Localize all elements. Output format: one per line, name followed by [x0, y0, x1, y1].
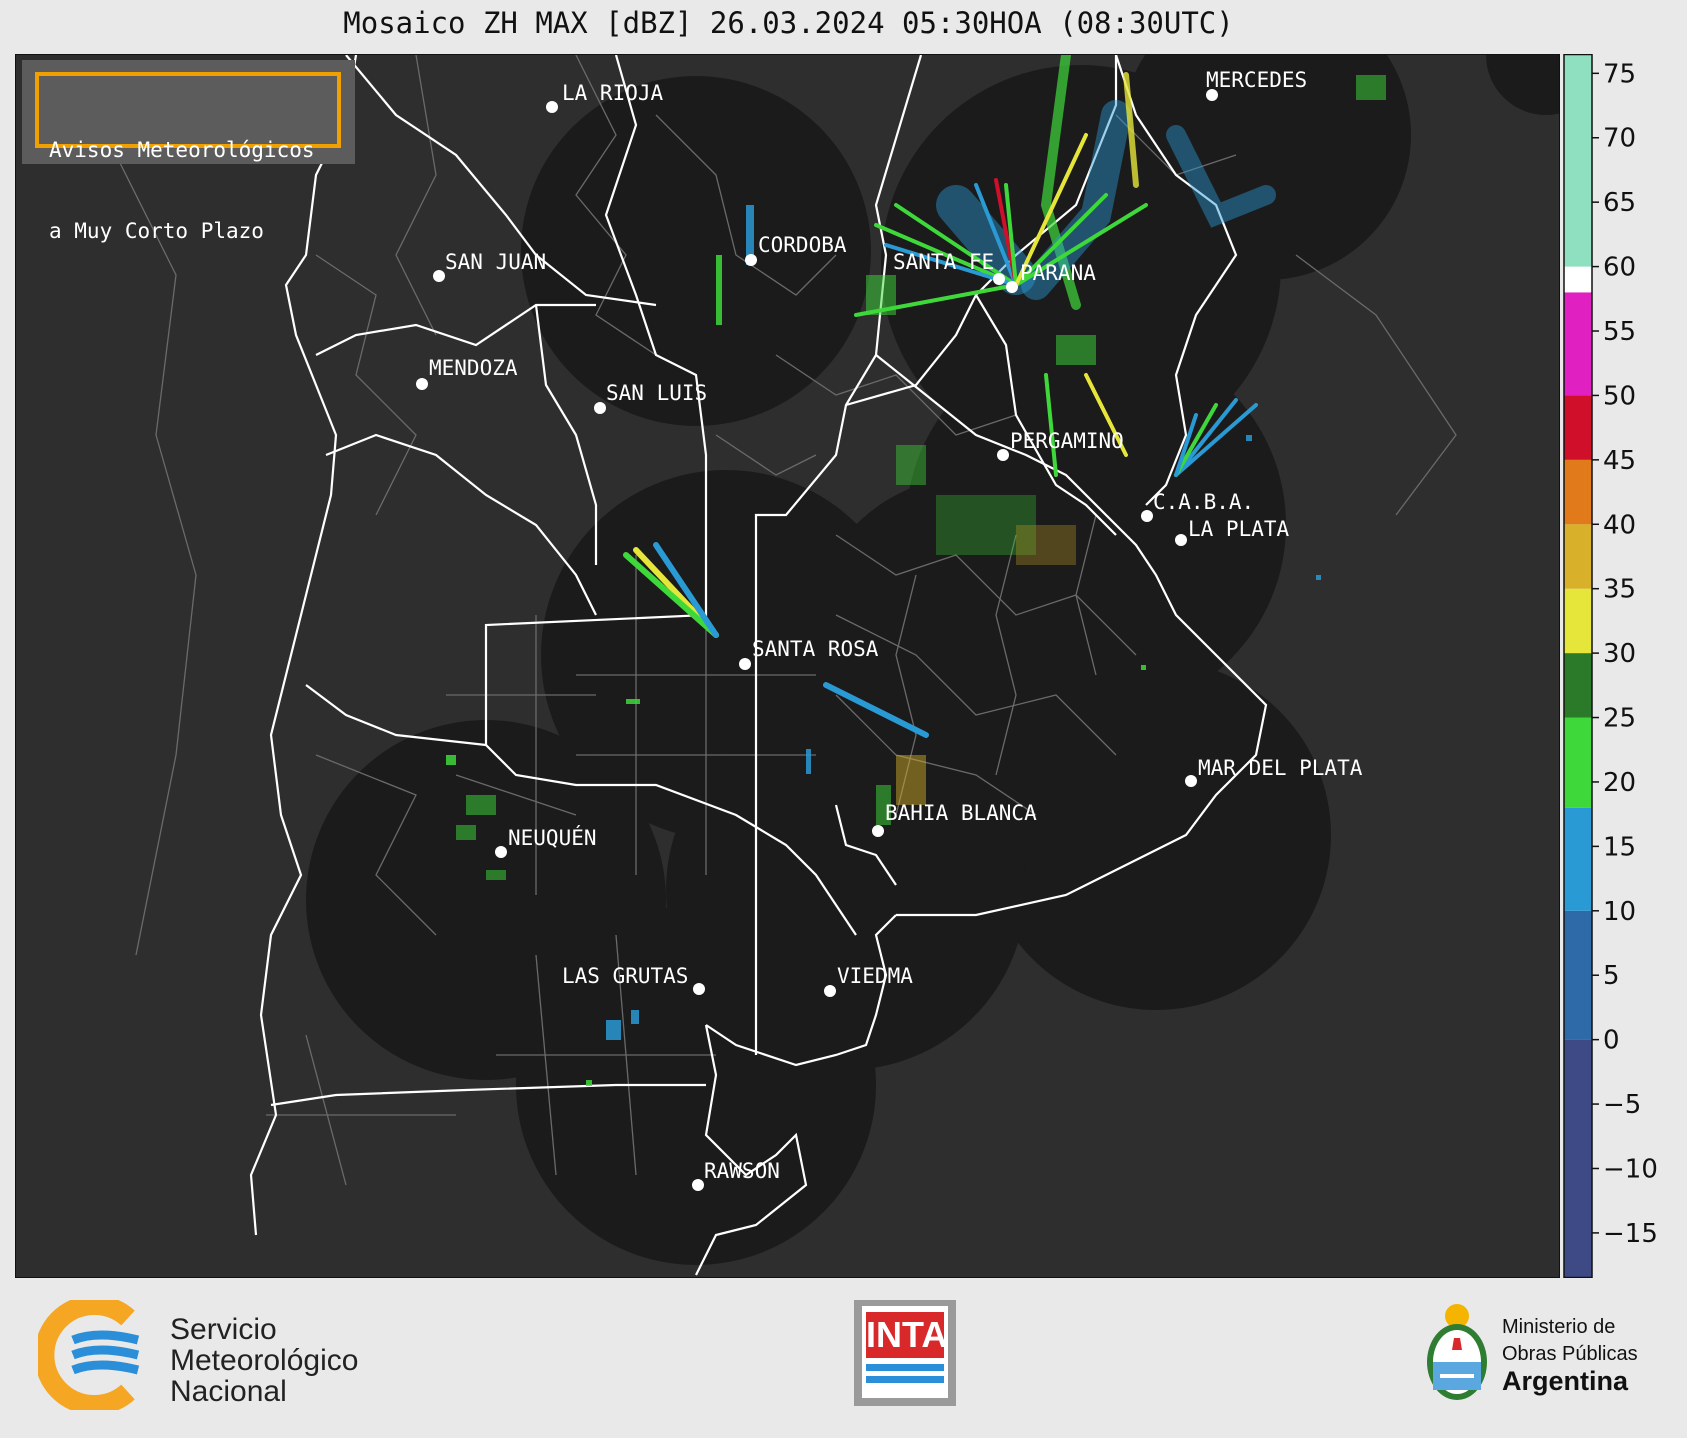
city-label-mendoza: MENDOZA [429, 356, 518, 380]
colorbar-band [1564, 524, 1592, 589]
city-label-la-plata: LA PLATA [1188, 517, 1290, 541]
colorbar-band [1564, 1039, 1592, 1278]
colorbar-svg: 757065605550454035302520151050−5−10−15 [1563, 53, 1658, 1279]
radar-coverage [306, 55, 1559, 1265]
city-marker [693, 983, 705, 995]
colorbar-band [1564, 54, 1592, 267]
colorbar-tick-label: 25 [1603, 704, 1636, 734]
colorbar-tick-label: −15 [1603, 1219, 1658, 1249]
colorbar-tick-label: 5 [1603, 961, 1620, 991]
city-marker [993, 273, 1005, 285]
city-marker [745, 254, 757, 266]
colorbar-band [1564, 588, 1592, 654]
city-label-san-luis: SAN LUIS [606, 381, 707, 405]
smn-line3: Nacional [170, 1375, 287, 1408]
city-label-caba: C.A.B.A. [1153, 490, 1254, 514]
city-marker [824, 985, 836, 997]
colorbar-tick-label: 50 [1603, 381, 1636, 411]
inta-logo: INTA [854, 1300, 956, 1406]
colorbar-band [1564, 653, 1592, 718]
colorbar: 75 70 65 60 55 50 45 40 35 30 25 20 15 10 5 0 −5 −10 −15 [1562, 53, 1687, 1279]
city-marker [594, 402, 606, 414]
colorbar-band [1564, 717, 1592, 808]
smn-logo-icon [38, 1300, 140, 1410]
colorbar-tick-label: 35 [1603, 575, 1636, 605]
argentina-shield-icon [1427, 1304, 1487, 1400]
colorbar-band [1564, 395, 1592, 460]
city-marker [1006, 281, 1018, 293]
colorbar-tick-label: 45 [1603, 446, 1636, 476]
colorbar-tick-label: 15 [1603, 832, 1636, 862]
colorbar-band [1564, 459, 1592, 525]
colorbar-band [1564, 910, 1592, 1040]
colorbar-band [1564, 292, 1592, 396]
colorbar-tick-label: 65 [1603, 188, 1636, 218]
inta-logo-inner: INTA [862, 1306, 948, 1398]
city-marker [1185, 775, 1197, 787]
colorbar-tick-label: 75 [1603, 59, 1636, 89]
colorbar-band [1564, 807, 1592, 911]
city-label-viedma: VIEDMA [837, 964, 913, 988]
ministerio-line3: Argentina [1502, 1366, 1629, 1396]
colorbar-tick-label: −10 [1603, 1154, 1658, 1184]
city-label-santa-fe: SANTA FE [893, 250, 994, 274]
colorbar-band [1564, 266, 1592, 293]
colorbar-tick-label: 55 [1603, 317, 1636, 347]
colorbar-tick-label: 40 [1603, 510, 1636, 540]
colorbar-tick-label: 30 [1603, 639, 1636, 669]
city-marker [872, 825, 884, 837]
inta-stripe-1 [866, 1364, 944, 1371]
ministerio-line1: Ministerio de [1502, 1316, 1616, 1338]
avisos-box[interactable]: Avisos Meteorológicos a Muy Corto Plazo [22, 60, 355, 243]
colorbar-tick-label: −5 [1603, 1090, 1641, 1120]
colorbar-tick-label: 60 [1603, 253, 1636, 283]
radar-disk-ne [1486, 55, 1559, 115]
smn-line1: Servicio [170, 1313, 277, 1346]
city-marker [546, 101, 558, 113]
city-label-las-grutas: LAS GRUTAS [562, 964, 688, 988]
city-marker [495, 846, 507, 858]
city-label-mar-del-plata: MAR DEL PLATA [1198, 756, 1363, 780]
city-marker [739, 658, 751, 670]
colorbar-tick-label: 20 [1603, 768, 1636, 798]
city-label-santa-rosa: SANTA ROSA [752, 637, 879, 661]
city-label-neuquen: NEUQUÉN [508, 825, 597, 850]
avisos-line2: a Muy Corto Plazo [49, 219, 264, 243]
avisos-line1: Avisos Meteorológicos [49, 138, 315, 162]
city-marker [997, 449, 1009, 461]
smn-name: Servicio Meteorológico Nacional [170, 1314, 358, 1407]
inta-wordmark: INTA [866, 1312, 947, 1358]
city-label-bahia-blanca: BAHIA BLANCA [885, 801, 1037, 825]
city-label-san-juan: SAN JUAN [445, 250, 546, 274]
avisos-frame[interactable]: Avisos Meteorológicos a Muy Corto Plazo [35, 72, 341, 243]
colorbar-tick-label: 70 [1603, 124, 1636, 154]
city-marker [1175, 534, 1187, 546]
city-label-parana: PARANA [1020, 261, 1096, 285]
city-marker [692, 1179, 704, 1191]
ministerio-line2: Obras Públicas [1502, 1343, 1638, 1365]
city-label-la-rioja: LA RIOJA [562, 81, 664, 105]
colorbar-tick-label: 0 [1603, 1026, 1620, 1056]
colorbar-tick-label: 10 [1603, 897, 1636, 927]
city-marker [1141, 510, 1153, 522]
city-label-cordoba: CORDOBA [758, 233, 847, 257]
footer: Servicio Meteorológico Nacional INTA Min… [0, 1278, 1687, 1438]
city-label-pergamino: PERGAMINO [1010, 429, 1124, 453]
map-title: Mosaico ZH MAX [dBZ] 26.03.2024 05:30HOA… [343, 6, 1234, 40]
city-marker [416, 378, 428, 390]
radar-disk-mardelplata [981, 660, 1331, 1010]
inta-stripe-2 [866, 1376, 944, 1383]
smn-line2: Meteorológico [170, 1344, 359, 1377]
city-label-rawson: RAWSON [704, 1159, 780, 1183]
ministerio-name: Ministerio de Obras Públicas Argentina [1502, 1314, 1638, 1395]
city-marker [433, 270, 445, 282]
city-label-mercedes: MERCEDES [1206, 68, 1307, 92]
